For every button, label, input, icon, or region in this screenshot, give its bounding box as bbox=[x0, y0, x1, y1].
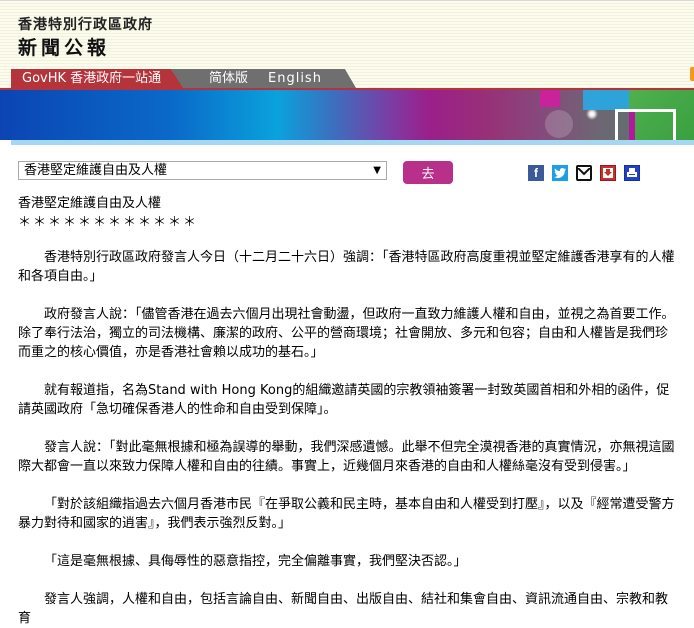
banner-decor-bar bbox=[629, 112, 635, 140]
facebook-icon[interactable]: f bbox=[528, 165, 544, 181]
email-icon[interactable] bbox=[576, 165, 592, 181]
banner-decor-frame bbox=[615, 109, 676, 140]
banner-image bbox=[0, 88, 694, 140]
english-link[interactable]: English bbox=[268, 69, 322, 88]
article-paragraph: 就有報道指，名為Stand with Hong Kong的組織邀請英國的宗教領袖… bbox=[18, 383, 670, 417]
banner-decor-circle bbox=[545, 110, 573, 138]
topic-select-value: 香港堅定維護自由及人權 bbox=[24, 163, 168, 178]
banner-decor-blue bbox=[583, 90, 629, 110]
govhk-link[interactable]: GovHK 香港政府一站通 bbox=[11, 69, 183, 88]
banner-decor-square bbox=[540, 90, 560, 107]
topic-select[interactable]: 香港堅定維護自由及人權 ▼ bbox=[18, 161, 387, 180]
headline-separator: ＊＊＊＊＊＊＊＊＊＊＊＊ bbox=[18, 215, 199, 230]
orange-tab-marker bbox=[690, 67, 694, 81]
toolbar: 香港堅定維護自由及人權 ▼ 去 f bbox=[0, 145, 694, 190]
article-paragraph: 「這是毫無根據、具侮辱性的惡意指控，完全偏離事實，我們堅決否認。」 bbox=[44, 554, 467, 569]
masthead: 香港特別行政區政府 新聞公報 简体版 English GovHK 香港政府一站通 bbox=[0, 0, 694, 88]
article-paragraph: 發言人強調，人權和自由，包括言論自由、新聞自由、出版自由、結社和集會自由、資訊流… bbox=[18, 592, 669, 626]
org-name: 香港特別行政區政府 bbox=[18, 17, 153, 33]
twitter-icon[interactable] bbox=[552, 165, 568, 181]
print-icon[interactable] bbox=[624, 165, 640, 181]
language-bar: 简体版 English bbox=[171, 69, 356, 88]
download-icon[interactable] bbox=[600, 165, 616, 181]
article-headline: 香港堅定維護自由及人權 bbox=[18, 196, 162, 211]
article-paragraph: 發言人說：「對此毫無根據和極為誤導的舉動，我們深感遺憾。此舉不但完全漠視香港的真… bbox=[18, 440, 675, 474]
press-release-body: 香港堅定維護自由及人權 ＊＊＊＊＊＊＊＊＊＊＊＊ 香港特別行政區政府發言人今日（… bbox=[0, 194, 694, 628]
go-button[interactable]: 去 bbox=[403, 161, 453, 184]
simplified-chinese-link[interactable]: 简体版 bbox=[209, 69, 248, 88]
dropdown-arrow-icon: ▼ bbox=[373, 165, 381, 176]
share-toolbar: f bbox=[528, 165, 640, 181]
page-title: 新聞公報 bbox=[18, 37, 111, 59]
article-paragraph: 香港特別行政區政府發言人今日（十二月二十六日）強調：「香港特區政府高度重視並堅定… bbox=[18, 250, 675, 284]
article-paragraph: 政府發言人說：「儘管香港在過去六個月出現社會動盪，但政府一直致力維護人權和自由，… bbox=[18, 307, 675, 360]
article-paragraph: 「對於該組織指過去六個月香港市民『在爭取公義和民主時，基本自由和人權受到打壓』，… bbox=[18, 497, 675, 531]
